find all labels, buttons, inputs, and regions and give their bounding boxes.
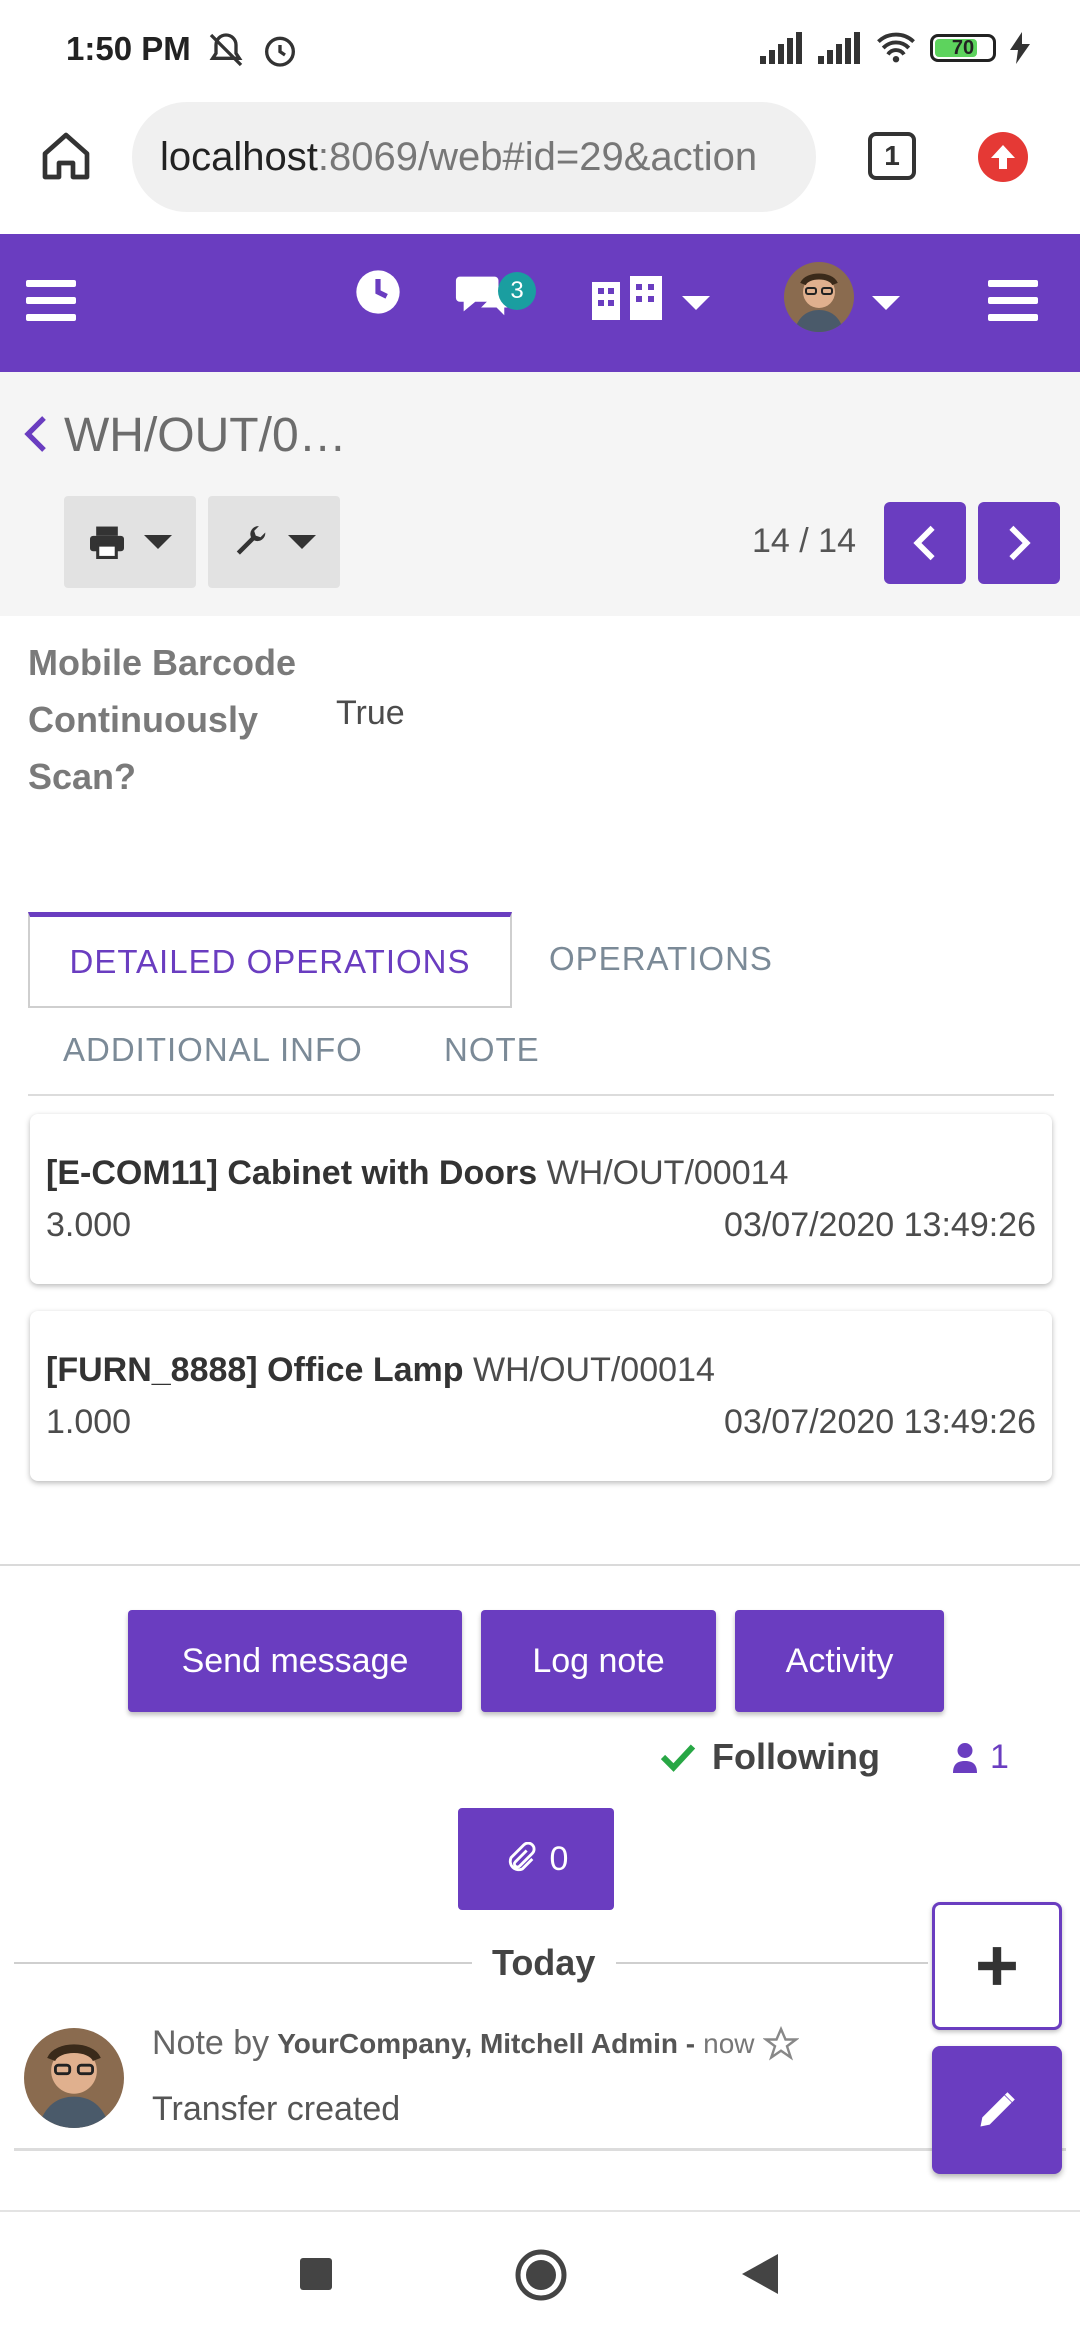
followers-button[interactable]: 1 <box>952 1738 1009 1777</box>
tab-operations[interactable]: OPERATIONS <box>549 940 773 978</box>
alarm-icon <box>265 36 295 67</box>
edit-button[interactable] <box>932 2046 1062 2174</box>
signal-icon <box>818 32 860 64</box>
print-icon <box>90 526 124 559</box>
chevron-down-icon <box>144 535 172 549</box>
tab-note[interactable]: NOTE <box>444 1031 540 1069</box>
mute-icon <box>209 33 243 67</box>
operation-date: 03/07/2020 13:49:26 <box>724 1403 1036 1441</box>
tabs-divider <box>28 1094 1054 1096</box>
apps-menu-icon[interactable] <box>26 280 76 331</box>
wrench-icon <box>236 526 266 555</box>
wifi-icon <box>877 32 915 63</box>
log-note-button[interactable]: Log note <box>481 1610 716 1712</box>
field-value-continuous-scan: True <box>336 694 405 732</box>
star-icon[interactable] <box>762 2025 799 2062</box>
create-button[interactable] <box>932 1902 1062 2030</box>
following-toggle[interactable]: Following <box>660 1736 880 1778</box>
pencil-icon <box>980 2092 1015 2127</box>
tab-switcher-button[interactable]: 1 <box>868 132 916 180</box>
message-author-avatar[interactable] <box>24 2028 124 2128</box>
home-icon[interactable] <box>38 128 94 184</box>
operation-product: [FURN_8888] Office Lamp <box>46 1351 464 1389</box>
attachments-count: 0 <box>549 1839 569 1878</box>
operation-quantity: 1.000 <box>46 1403 132 1441</box>
message-time: now <box>703 2027 755 2059</box>
operation-date: 03/07/2020 13:49:26 <box>724 1206 1036 1244</box>
breadcrumb-title[interactable]: WH/OUT/0… <box>64 408 347 463</box>
user-avatar[interactable] <box>784 262 854 332</box>
tab-detailed-operations[interactable]: DETAILED OPERATIONS <box>28 912 512 1008</box>
update-icon[interactable] <box>978 132 1028 182</box>
chevron-down-icon[interactable] <box>682 296 710 310</box>
operation-product: [E-COM11] Cabinet with Doors <box>46 1154 538 1192</box>
signal-icon <box>760 32 802 64</box>
back-button[interactable] <box>742 2254 778 2294</box>
check-icon <box>660 1744 696 1772</box>
date-separator-line <box>616 1962 928 1964</box>
operation-reference: WH/OUT/00014 <box>473 1351 715 1389</box>
pager-value[interactable]: 14 / 14 <box>752 522 856 561</box>
home-button[interactable] <box>514 2248 568 2302</box>
send-message-button[interactable]: Send message <box>128 1610 462 1712</box>
attachments-button[interactable]: 0 <box>458 1808 614 1910</box>
recents-button[interactable] <box>300 2258 332 2290</box>
back-chevron-icon[interactable] <box>24 414 48 454</box>
activity-button[interactable]: Activity <box>735 1610 944 1712</box>
message-divider <box>14 2148 1066 2151</box>
followers-count: 1 <box>990 1738 1009 1776</box>
menu-icon[interactable] <box>988 280 1038 331</box>
date-separator: Today <box>492 1942 596 1983</box>
status-time: 1:50 PM <box>66 30 191 67</box>
pager-next-button[interactable] <box>978 502 1060 584</box>
message-header: Note by YourCompany, Mitchell Admin - no… <box>152 2024 799 2063</box>
chevron-down-icon <box>288 535 316 549</box>
message-author[interactable]: YourCompany, Mitchell Admin - <box>277 2028 695 2060</box>
url-bar[interactable]: localhost:8069/web#id=29&action <box>132 102 816 212</box>
message-prefix: Note by <box>152 2024 270 2062</box>
chatter-divider <box>0 1564 1080 1566</box>
paperclip-icon <box>508 1842 535 1872</box>
chevron-right-icon <box>1009 525 1031 561</box>
operation-card[interactable]: [FURN_8888] Office Lamp WH/OUT/00014 1.0… <box>30 1311 1052 1481</box>
field-label-continuous-scan: Mobile Barcode Continuously Scan? <box>28 642 297 797</box>
message-body: Transfer created <box>152 2090 401 2128</box>
print-button[interactable] <box>64 496 196 588</box>
battery-icon: 70 <box>930 34 996 62</box>
chevron-down-icon[interactable] <box>872 296 900 310</box>
company-switcher-icon[interactable] <box>590 276 666 320</box>
activity-clock-icon[interactable] <box>352 266 404 318</box>
messages-count-badge: 3 <box>498 272 536 310</box>
operation-reference: WH/OUT/00014 <box>546 1154 789 1192</box>
date-separator-line <box>14 1962 472 1964</box>
plus-icon <box>978 1947 1016 1985</box>
chevron-left-icon <box>913 525 935 561</box>
status-icons <box>206 30 300 70</box>
pager-previous-button[interactable] <box>884 502 966 584</box>
following-label: Following <box>712 1736 880 1777</box>
user-icon <box>953 1742 977 1773</box>
tab-additional-info[interactable]: ADDITIONAL INFO <box>63 1031 363 1069</box>
charging-icon <box>1010 32 1030 64</box>
action-button[interactable] <box>208 496 340 588</box>
operation-quantity: 3.000 <box>46 1206 132 1244</box>
operation-card[interactable]: [E-COM11] Cabinet with Doors WH/OUT/0001… <box>30 1114 1052 1284</box>
app-navbar <box>0 234 1080 372</box>
status-right: 70 <box>760 32 1030 64</box>
